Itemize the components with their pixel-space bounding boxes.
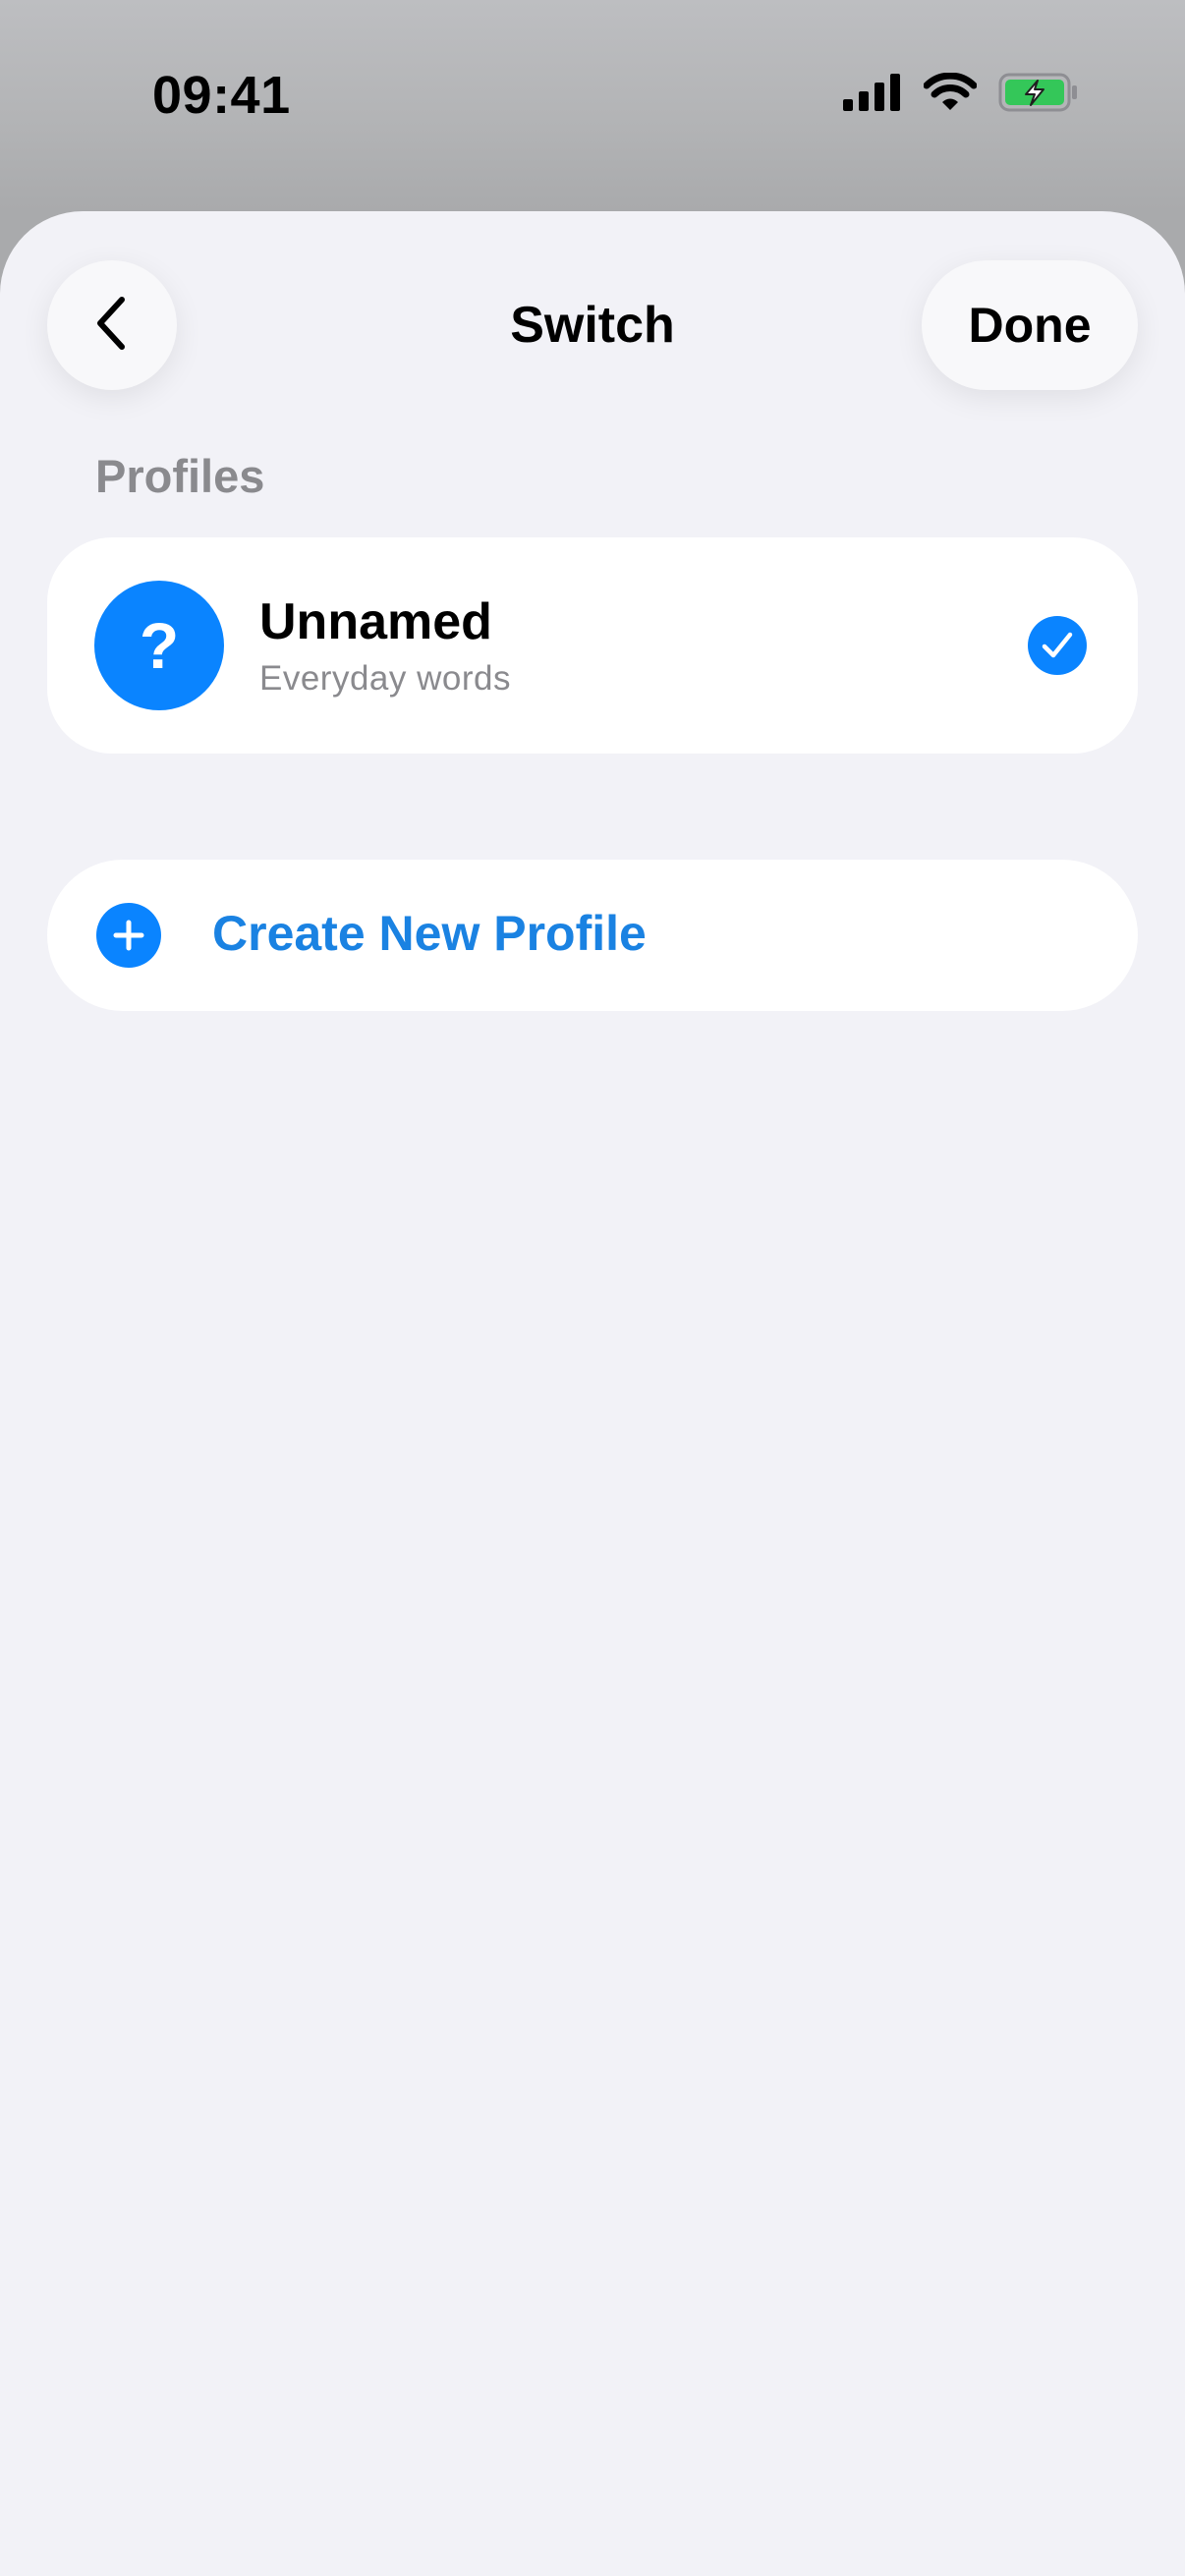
done-button[interactable]: Done (922, 260, 1138, 390)
status-bar: 09:41 (0, 0, 1185, 196)
plus-circle-icon (96, 903, 161, 968)
wifi-icon (923, 72, 978, 117)
status-icons (843, 72, 1079, 117)
cellular-signal-icon (843, 74, 902, 116)
profile-name: Unnamed (259, 593, 492, 650)
battery-charging-icon (998, 73, 1079, 117)
profile-row-unnamed[interactable]: ? Unnamed Everyday words (47, 537, 1138, 754)
create-new-profile-button[interactable]: Create New Profile (47, 860, 1138, 1011)
switch-profile-sheet: Switch Done Profiles ? Unnamed Everyday … (0, 211, 1185, 2576)
profile-subtitle: Everyday words (259, 659, 511, 698)
create-new-profile-label: Create New Profile (212, 906, 647, 961)
status-time: 09:41 (152, 66, 291, 125)
section-header-profiles: Profiles (95, 450, 265, 502)
avatar: ? (94, 581, 224, 710)
checkmark-icon (1028, 616, 1087, 675)
